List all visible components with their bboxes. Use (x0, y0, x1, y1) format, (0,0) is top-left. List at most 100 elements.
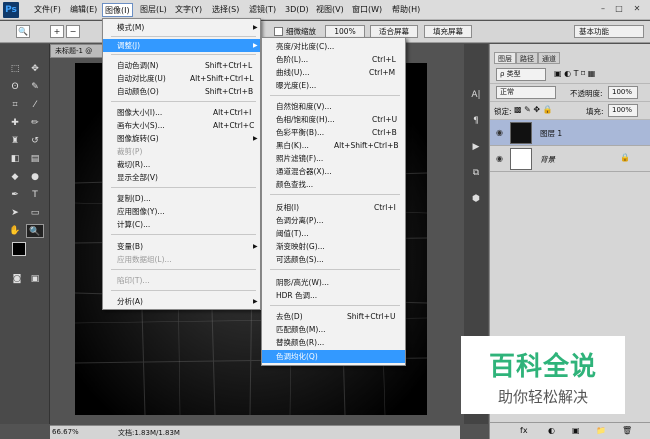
clone-stamp-icon[interactable]: ♜ (6, 134, 24, 148)
foreground-color-swatch[interactable] (12, 242, 26, 256)
menu-item-color-lookup[interactable]: 颜色查找... (262, 178, 405, 191)
menu-item-auto-color[interactable]: 自动颜色(O) Shift+Ctrl+B (103, 85, 260, 98)
lasso-tool-icon[interactable]: ʘ (6, 80, 24, 94)
menu-item-threshold[interactable]: 阈值(T)... (262, 227, 405, 240)
lock-icons[interactable]: ▩ ✎ ✥ 🔒 (514, 105, 553, 114)
group-folder-icon[interactable]: 📁 (596, 426, 606, 435)
menu-item-selective-color[interactable]: 可选颜色(S)... (262, 253, 405, 266)
menu-item-auto-tone[interactable]: 自动色调(N) Shift+Ctrl+L (103, 59, 260, 72)
quick-select-icon[interactable]: ✎ (26, 80, 44, 94)
layer-row-background[interactable]: ◉ 背景 🔒 (490, 146, 650, 172)
menu-item-exposure[interactable]: 曝光度(E)... (262, 79, 405, 92)
menu-item-vibrance[interactable]: 自然饱和度(V)... (262, 100, 405, 113)
eyedropper-icon[interactable]: ⁄ (26, 98, 44, 112)
gradient-icon[interactable]: ▤ (26, 152, 44, 166)
menu-item-desaturate[interactable]: 去色(D) Shift+Ctrl+U (262, 310, 405, 323)
menu-item-canvas-size[interactable]: 画布大小(S)... Alt+Ctrl+C (103, 119, 260, 132)
mask-icon[interactable]: ▣ (572, 426, 580, 435)
blur-tool-icon[interactable]: ◆ (6, 170, 24, 184)
menu-item-reveal-all[interactable]: 显示全部(V) (103, 171, 260, 184)
history-panel-icon[interactable]: A| (468, 88, 484, 102)
menu-item-shadows-highlights[interactable]: 阴影/高光(W)... (262, 276, 405, 289)
menu-filter[interactable]: 滤镜(T) (247, 3, 278, 17)
tab-paths[interactable]: 路径 (516, 52, 538, 64)
opacity-input[interactable]: 100% (608, 86, 638, 99)
hand-tool-icon[interactable]: ✋ (6, 224, 24, 238)
zoom-out-icon[interactable]: − (66, 25, 80, 38)
menu-item-trim[interactable]: 裁切(R)... (103, 158, 260, 171)
minimize-button[interactable]: – (596, 3, 610, 15)
tab-layers[interactable]: 图层 (494, 52, 516, 64)
menu-item-black-white[interactable]: 黑白(K)... Alt+Shift+Ctrl+B (262, 139, 405, 152)
eraser-icon[interactable]: ◧ (6, 152, 24, 166)
menu-item-replace-color[interactable]: 替换颜色(R)... (262, 336, 405, 349)
layer-filter-select[interactable]: ρ 类型 (496, 68, 546, 81)
path-select-icon[interactable]: ➤ (6, 206, 24, 220)
menu-item-duplicate[interactable]: 复制(D)... (103, 192, 260, 205)
tab-channels[interactable]: 通道 (538, 52, 560, 64)
visibility-eye-icon[interactable]: ◉ (496, 154, 503, 163)
brush-tool-icon[interactable]: ✏ (26, 116, 44, 130)
quick-mask-icon[interactable]: ◙ (8, 272, 26, 286)
blend-mode-select[interactable]: 正常 (496, 86, 556, 99)
healing-brush-icon[interactable]: ✚ (6, 116, 24, 130)
pen-tool-icon[interactable]: ✒ (6, 188, 24, 202)
menu-item-levels[interactable]: 色阶(L)... Ctrl+L (262, 53, 405, 66)
menu-item-photo-filter[interactable]: 照片滤镜(F)... (262, 152, 405, 165)
fill-input[interactable]: 100% (608, 104, 638, 117)
menu-item-invert[interactable]: 反相(I) Ctrl+I (262, 201, 405, 214)
shape-tool-icon[interactable]: ▭ (26, 206, 44, 220)
menu-item-image-size[interactable]: 图像大小(I)... Alt+Ctrl+I (103, 106, 260, 119)
layer-row-1[interactable]: ◉ 图层 1 (490, 120, 650, 146)
type-tool-icon[interactable]: T (26, 188, 44, 202)
scrubby-zoom-checkbox[interactable] (274, 27, 283, 36)
menu-item-hdr-toning[interactable]: HDR 色调... (262, 289, 405, 302)
menu-item-calculations[interactable]: 计算(C)... (103, 218, 260, 231)
move-tool-icon[interactable]: ✥ (26, 62, 44, 76)
maximize-button[interactable]: □ (612, 3, 626, 15)
menu-item-mode[interactable]: 模式(M) ▶ (103, 21, 260, 34)
marquee-tool-icon[interactable]: ⬚ (6, 62, 24, 76)
menu-item-channel-mixer[interactable]: 通道混合器(X)... (262, 165, 405, 178)
menu-item-curves[interactable]: 曲线(U)... Ctrl+M (262, 66, 405, 79)
paragraph-panel-icon[interactable]: ¶ (468, 114, 484, 128)
menu-type[interactable]: 文字(Y) (173, 3, 204, 17)
menu-item-auto-contrast[interactable]: 自动对比度(U) Alt+Shift+Ctrl+L (103, 72, 260, 85)
menu-edit[interactable]: 编辑(E) (68, 3, 99, 17)
menu-item-equalize[interactable]: 色调均化(Q) (262, 350, 405, 363)
menu-window[interactable]: 窗口(W) (350, 3, 384, 17)
menu-item-adjustments[interactable]: 调整(J) ▶ (103, 39, 260, 52)
layer-name[interactable]: 背景 (540, 154, 555, 165)
properties-panel-icon[interactable]: ⧉ (468, 166, 484, 180)
menu-item-gradient-map[interactable]: 渐变映射(G)... (262, 240, 405, 253)
history-brush-icon[interactable]: ↺ (26, 134, 44, 148)
menu-item-posterize[interactable]: 色调分离(P)... (262, 214, 405, 227)
filter-icons[interactable]: ▣ ◐ T ⌑ ▦ (554, 69, 595, 78)
actions-play-icon[interactable]: ▶ (468, 140, 484, 154)
menu-file[interactable]: 文件(F) (32, 3, 63, 17)
trash-icon[interactable]: 🗑 (622, 426, 632, 435)
menu-image[interactable]: 图像(I) (102, 3, 133, 17)
adjustment-icon[interactable]: ◐ (548, 426, 555, 435)
menu-item-apply-image[interactable]: 应用图像(Y)... (103, 205, 260, 218)
menu-layer[interactable]: 图层(L) (138, 3, 169, 17)
zoom-level[interactable]: 66.67% (52, 428, 79, 436)
menu-item-match-color[interactable]: 匹配颜色(M)... (262, 323, 405, 336)
menu-item-hue-saturation[interactable]: 色相/饱和度(H)... Ctrl+U (262, 113, 405, 126)
menu-3d[interactable]: 3D(D) (283, 3, 311, 17)
menu-item-analysis[interactable]: 分析(A) ▶ (103, 295, 260, 308)
zoom-tool-selected-icon[interactable]: 🔍 (26, 224, 44, 238)
menu-item-brightness-contrast[interactable]: 亮度/对比度(C)... (262, 40, 405, 53)
zoom-tool-icon[interactable]: 🔍 (16, 25, 30, 38)
layer-name[interactable]: 图层 1 (540, 128, 562, 139)
3d-panel-icon[interactable]: ⬢ (468, 192, 484, 206)
menu-select[interactable]: 选择(S) (210, 3, 241, 17)
menu-help[interactable]: 帮助(H) (390, 3, 422, 17)
menu-item-variables[interactable]: 变量(B) ▶ (103, 240, 260, 253)
menu-item-image-rotation[interactable]: 图像旋转(G) ▶ (103, 132, 260, 145)
menu-item-color-balance[interactable]: 色彩平衡(B)... Ctrl+B (262, 126, 405, 139)
fill-screen-button[interactable]: 填充屏幕 (424, 25, 472, 38)
screen-mode-icon[interactable]: ▣ (26, 272, 44, 286)
zoom-in-icon[interactable]: + (50, 25, 64, 38)
crop-tool-icon[interactable]: ⌗ (6, 98, 24, 112)
